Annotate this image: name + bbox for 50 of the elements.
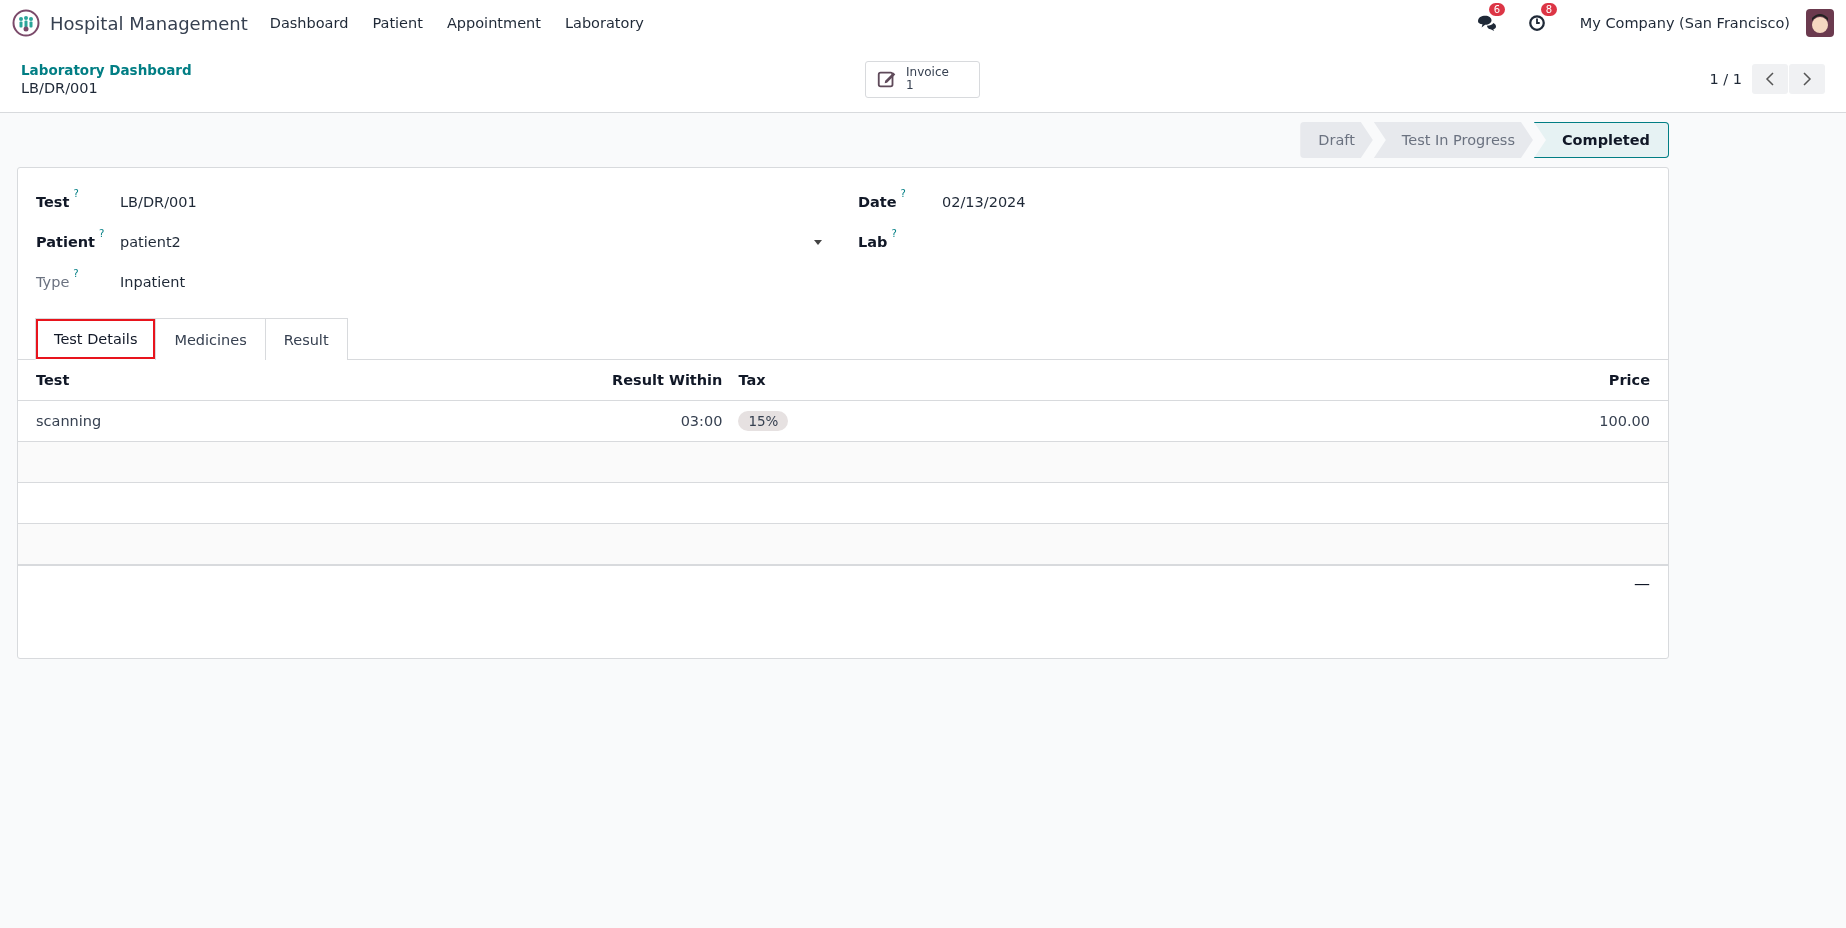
notification-badge: 8 — [1540, 3, 1558, 16]
table-cell: 100.00 — [1163, 400, 1668, 442]
help-tooltip[interactable]: ? — [900, 188, 906, 199]
pager-counter: 1 / 1 — [1709, 71, 1742, 87]
column-header[interactable]: Test — [18, 360, 604, 401]
column-header[interactable]: Price — [1163, 360, 1668, 401]
status-stage[interactable]: Completed — [1533, 122, 1669, 158]
field-label: Test — [36, 194, 70, 210]
tab[interactable]: Test Details — [35, 318, 157, 360]
menu-item[interactable]: Dashboard — [269, 15, 349, 31]
column-header[interactable]: Tax — [730, 360, 1164, 401]
table-cell: scanning — [18, 400, 604, 442]
field-value: patient2 — [120, 234, 181, 250]
help-tooltip[interactable]: ? — [73, 268, 79, 279]
user-avatar-icon[interactable] — [1806, 9, 1834, 37]
breadcrumb-link[interactable]: Laboratory Dashboard — [21, 62, 865, 78]
menu-item[interactable]: Laboratory — [564, 15, 644, 31]
field-value: LB/DR/001 — [120, 194, 197, 210]
table-cell: 03:00 — [604, 400, 731, 442]
field-label: Date — [858, 194, 897, 210]
company-switcher[interactable]: My Company (San Francisco) — [1579, 15, 1790, 31]
field-label: Patient — [36, 234, 95, 250]
status-stage[interactable]: Draft — [1300, 122, 1373, 158]
status-stage[interactable]: Test In Progress — [1373, 122, 1533, 158]
menu-item[interactable]: Appointment — [446, 15, 541, 31]
notification-badge: 6 — [1488, 3, 1506, 16]
help-tooltip[interactable]: ? — [99, 228, 105, 239]
caret-icon — [814, 239, 822, 245]
app-logo-icon[interactable] — [12, 9, 40, 37]
record-name: LB/DR/001 — [21, 80, 99, 96]
messages-icon[interactable] — [1475, 14, 1498, 32]
help-tooltip[interactable]: ? — [73, 188, 79, 199]
tax-tag: 15% — [738, 411, 789, 431]
next-button[interactable] — [1789, 64, 1825, 94]
field-label: Type — [36, 274, 70, 290]
chevron-left-icon — [1765, 71, 1775, 87]
invoice-button[interactable]: Invoice 1 — [865, 60, 980, 98]
tab[interactable]: Result — [264, 318, 348, 360]
patient-select[interactable]: patient2 — [120, 234, 828, 250]
total-value: — — [1634, 574, 1650, 595]
chevron-right-icon — [1802, 71, 1812, 87]
column-header[interactable]: Result Within — [604, 360, 731, 401]
app-name[interactable]: Hospital Management — [50, 12, 248, 34]
tab[interactable]: Medicines — [155, 318, 266, 360]
clock-icon[interactable] — [1527, 14, 1546, 32]
field-label: Lab — [858, 234, 888, 250]
field-value: 02/13/2024 — [942, 194, 1026, 210]
help-tooltip[interactable]: ? — [891, 228, 897, 239]
field-value: Inpatient — [120, 274, 186, 290]
menu-item[interactable]: Patient — [372, 15, 423, 31]
